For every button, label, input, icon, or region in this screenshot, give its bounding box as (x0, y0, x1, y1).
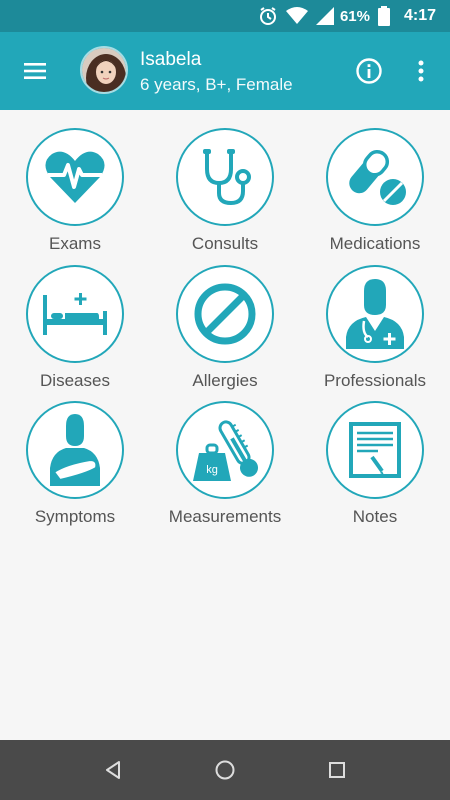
tile-professionals[interactable]: Professionals (305, 265, 445, 393)
home-icon[interactable] (210, 755, 240, 785)
tile-symptoms[interactable]: Symptoms (5, 401, 145, 529)
alarm-icon (258, 6, 278, 26)
wifi-icon (285, 7, 308, 25)
tile-label: Diseases (40, 371, 110, 390)
patient-details: 6 years, B+, Female (140, 75, 293, 94)
notepad-icon (326, 401, 424, 499)
doctor-icon (326, 265, 424, 363)
patient-name: Isabela (140, 49, 202, 70)
battery-icon (377, 6, 390, 26)
tile-measurements[interactable]: kg Measurements (155, 401, 295, 529)
tile-label: Symptoms (34, 507, 116, 526)
tile-diseases[interactable]: Diseases (5, 265, 145, 393)
tile-label: Professionals (323, 371, 427, 390)
tile-notes[interactable]: Notes (305, 401, 445, 529)
avatar[interactable] (80, 46, 128, 94)
app-bar: Isabela 6 years, B+, Female (0, 32, 450, 110)
tile-label: Allergies (192, 371, 258, 390)
pills-icon (326, 128, 424, 226)
tile-label: Notes (352, 507, 398, 526)
system-nav-bar (0, 740, 450, 800)
heart-pulse-icon (26, 128, 124, 226)
hospital-bed-icon (26, 265, 124, 363)
status-bar: 61% 4:17 (0, 0, 450, 32)
stethoscope-icon (176, 128, 274, 226)
patient-profile[interactable]: Isabela 6 years, B+, Female (140, 49, 293, 96)
svg-text:kg: kg (206, 464, 218, 476)
tile-exams[interactable]: Exams (5, 128, 145, 256)
tile-label: Measurements (168, 507, 282, 526)
signal-icon (315, 7, 334, 25)
prohibited-icon (176, 265, 274, 363)
tile-label: Consults (191, 234, 259, 253)
recents-icon[interactable] (322, 755, 352, 785)
injured-person-icon (26, 401, 124, 499)
tile-label: Exams (49, 234, 101, 253)
clock: 4:17 (403, 7, 436, 24)
battery-percent: 61% (339, 7, 370, 25)
tile-consults[interactable]: Consults (155, 128, 295, 256)
back-icon[interactable] (98, 755, 128, 785)
weight-thermometer-icon: kg (176, 401, 274, 499)
tile-medications[interactable]: Medications (305, 128, 445, 256)
menu-icon[interactable] (20, 58, 50, 84)
info-icon[interactable] (355, 57, 383, 85)
tile-label: Medications (329, 234, 421, 253)
tile-allergies[interactable]: Allergies (155, 265, 295, 393)
more-vert-icon[interactable] (413, 57, 429, 85)
